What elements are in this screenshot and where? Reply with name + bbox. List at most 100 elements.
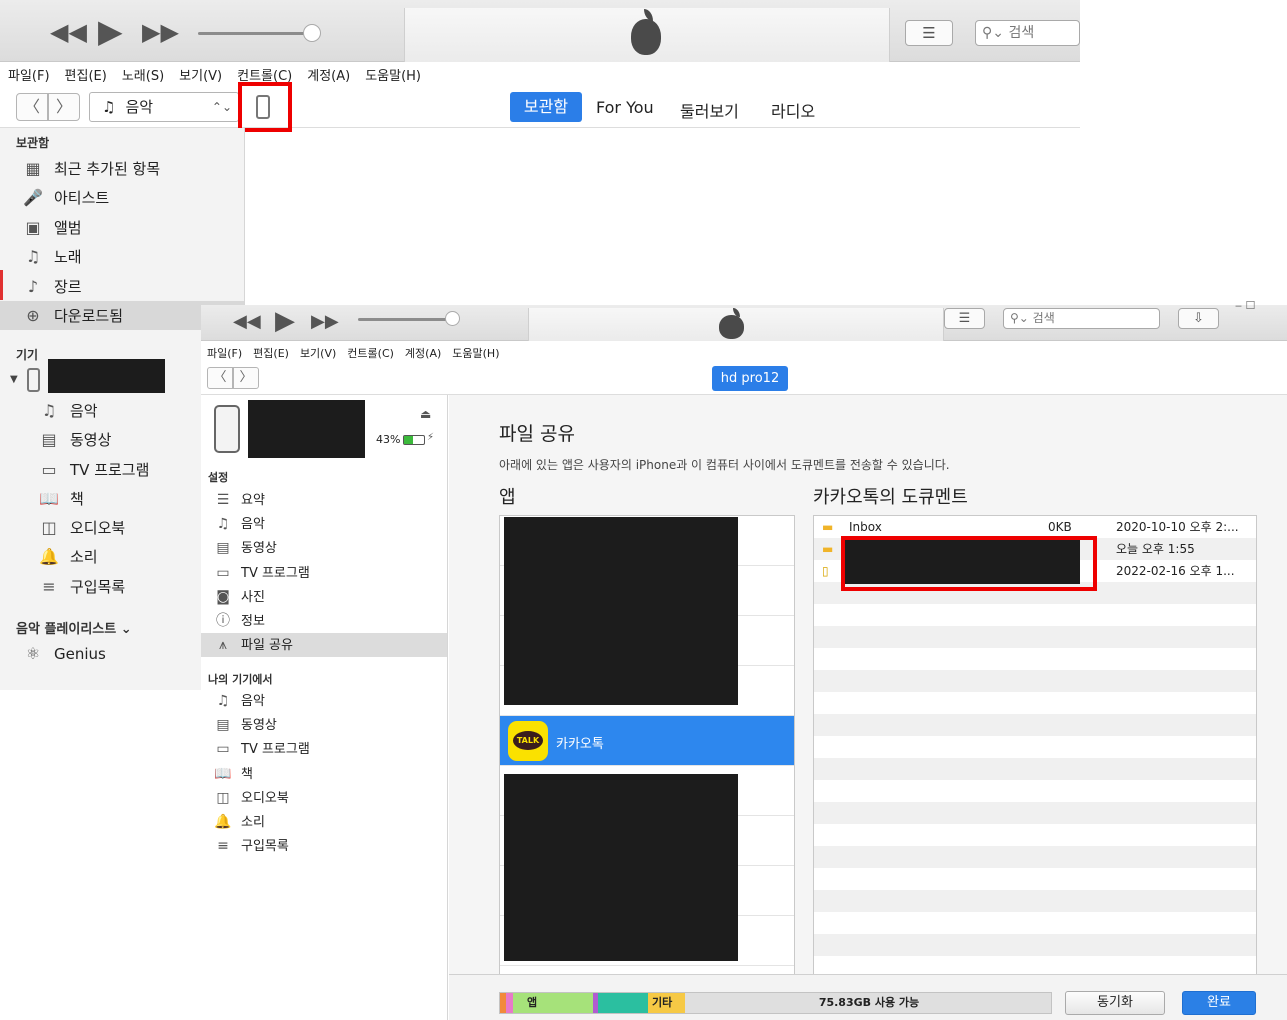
sidebar-item[interactable]: 🎤 아티스트 — [22, 183, 244, 212]
volume-slider[interactable] — [198, 32, 314, 35]
back-button[interactable]: 〈 — [207, 367, 233, 389]
sidebar-item[interactable]: ♫ 음악 — [201, 689, 447, 713]
device-pill[interactable]: hd pro12 — [712, 366, 788, 391]
nav-row: 〈 〉 ♫ 음악 ⌃⌄ 보관함 For You 둘러보기 라디오 — [0, 82, 1080, 132]
disclosure-triangle-icon[interactable]: ▼ — [10, 374, 18, 385]
tab-library[interactable]: 보관함 — [510, 92, 582, 122]
empty-row — [814, 692, 1256, 714]
sidebar-item[interactable]: ▤ 동영상 — [201, 713, 447, 737]
sidebar-item[interactable]: ▦ 최근 추가된 항목 — [22, 154, 244, 183]
search-input[interactable]: ⚲⌄ 검색 — [1003, 308, 1160, 329]
up-next-list-button[interactable]: ☰ — [944, 308, 985, 329]
menu-item[interactable]: 도움말(H) — [357, 62, 428, 84]
sidebar-item-label: 사진 — [241, 589, 265, 605]
play-button[interactable]: ▶ — [98, 12, 123, 50]
menu-item[interactable]: 컨트롤(C) — [229, 62, 299, 84]
menu-item[interactable]: 노래(S) — [114, 62, 171, 84]
playlists-header[interactable]: 음악 플레이리스트 ⌄ — [16, 618, 132, 637]
volume-knob[interactable] — [445, 311, 460, 326]
window-controls[interactable]: ‒ ☐ — [1235, 299, 1255, 312]
document-size: 0KB — [1048, 520, 1072, 534]
sync-button[interactable]: 동기화 — [1065, 991, 1165, 1015]
media-kind-select[interactable]: ♫ 음악 ⌃⌄ — [89, 92, 239, 122]
bell-icon: 🔔 — [214, 813, 232, 830]
tab-radio[interactable]: 라디오 — [771, 98, 815, 122]
now-playing-display — [528, 308, 944, 341]
rewind-button[interactable]: ◀◀ — [233, 311, 261, 332]
battery-percent: 43% — [376, 433, 401, 446]
grid-icon: ▦ — [25, 159, 41, 178]
sidebar-item-label: 음악 — [241, 517, 265, 533]
fast-forward-button[interactable]: ▶▶ — [311, 311, 339, 332]
folder-icon: ▬ — [822, 542, 834, 556]
forward-button[interactable]: 〉 — [233, 367, 259, 389]
fast-forward-button[interactable]: ▶▶ — [142, 18, 179, 46]
device-iphone-button[interactable] — [256, 95, 270, 119]
document-row[interactable]: ▬ Inbox 0KB 2020-10-10 오후 2:... — [814, 516, 1256, 538]
iphone-icon — [27, 368, 40, 392]
menu-item[interactable]: 보기(V) — [294, 341, 341, 361]
done-button[interactable]: 완료 — [1182, 991, 1256, 1015]
device-name-redacted — [48, 359, 165, 393]
sidebar-item[interactable]: ◙ 사진 — [201, 585, 447, 609]
download-icon: ⊕ — [26, 305, 40, 325]
purchase-list-icon: ≡ — [42, 576, 56, 596]
menu-item[interactable]: 계정(A) — [399, 341, 446, 361]
sidebar-item[interactable]: ⓘ 정보 — [201, 609, 447, 633]
menu-item[interactable]: 보기(V) — [171, 62, 229, 84]
volume-slider[interactable] — [358, 318, 454, 321]
empty-row — [814, 868, 1256, 890]
menu-item[interactable]: 편집(E) — [247, 341, 294, 361]
sidebar-item-label: 음악 — [241, 694, 265, 709]
sidebar-item[interactable]: ≡ 구입목록 — [201, 834, 447, 858]
menu-item[interactable]: 도움말(H) — [446, 341, 504, 361]
nav-row: 〈 〉 hd pro12 — [201, 363, 1287, 395]
sidebar-item[interactable]: ♪ 장르 — [22, 272, 244, 301]
document-name: Inbox — [849, 520, 882, 534]
empty-row — [814, 846, 1256, 868]
sidebar-item[interactable]: ◫ 오디오북 — [201, 786, 447, 810]
back-button[interactable]: 〈 — [16, 93, 48, 121]
search-input[interactable]: ⚲⌄ 검색 — [975, 20, 1080, 46]
sidebar-item[interactable]: ▤ 동영상 — [201, 536, 447, 560]
rewind-button[interactable]: ◀◀ — [50, 18, 87, 46]
sidebar-item[interactable]: ⩚ 파일 공유 — [201, 633, 447, 658]
info-icon: ⓘ — [216, 612, 230, 629]
sidebar-item-label: TV 프로그램 — [241, 565, 310, 581]
sidebar-item[interactable]: ⚛ Genius — [22, 640, 222, 668]
menu-bar: 파일(F) 편집(E) 노래(S) 보기(V) 컨트롤(C) 계정(A) 도움말(H) — [0, 62, 1080, 86]
forward-button[interactable]: 〉 — [48, 93, 80, 121]
sidebar-item[interactable]: ▣ 앨범 — [22, 213, 244, 242]
other-label: 기타 — [652, 996, 673, 1009]
volume-knob[interactable] — [303, 24, 321, 42]
tab-for-you[interactable]: For You — [596, 98, 654, 117]
now-playing-display — [404, 8, 890, 62]
empty-row — [814, 912, 1256, 934]
sidebar-item[interactable]: ☰ 요약 — [201, 488, 447, 512]
sidebar-item[interactable]: 📖 책 — [201, 762, 447, 786]
apps-label: 앱 — [527, 996, 538, 1009]
play-button[interactable]: ▶ — [275, 306, 295, 336]
download-button[interactable]: ⇩ — [1178, 308, 1219, 329]
on-device-header: 나의 기기에서 — [208, 673, 273, 686]
library-header: 보관함 — [16, 136, 50, 150]
microphone-icon: 🎤 — [23, 188, 43, 208]
book-icon: 📖 — [214, 765, 232, 782]
sidebar-item[interactable]: ♫ 노래 — [22, 242, 244, 271]
menu-item[interactable]: 파일(F) — [201, 341, 247, 361]
menu-item[interactable]: 파일(F) — [0, 62, 57, 84]
menu-item[interactable]: 계정(A) — [299, 62, 357, 84]
menu-item[interactable]: 컨트롤(C) — [341, 341, 399, 361]
sidebar-item-label: 최근 추가된 항목 — [54, 160, 161, 178]
sidebar-item[interactable]: ▭ TV 프로그램 — [201, 737, 447, 761]
tab-browse[interactable]: 둘러보기 — [680, 98, 739, 122]
settings-header: 설정 — [208, 471, 229, 484]
up-next-list-button[interactable]: ☰ — [905, 20, 953, 46]
segment-documents — [598, 993, 648, 1013]
sidebar-item[interactable]: 🔔 소리 — [201, 810, 447, 834]
sidebar-item[interactable]: ▭ TV 프로그램 — [201, 561, 447, 585]
app-row-kakaotalk[interactable]: TALK 카카오톡 — [500, 716, 794, 766]
menu-item[interactable]: 편집(E) — [57, 62, 114, 84]
sidebar-item[interactable]: ♫ 음악 — [201, 512, 447, 536]
eject-icon[interactable]: ⏏ — [420, 407, 431, 421]
